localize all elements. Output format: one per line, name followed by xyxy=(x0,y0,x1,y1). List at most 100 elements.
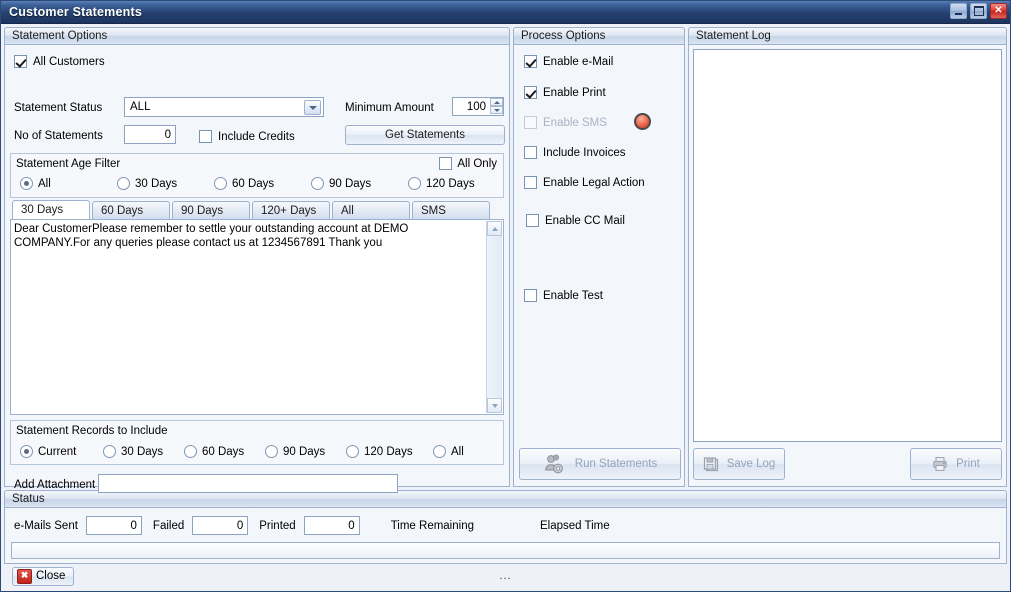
age-filter-label-30: 30 Days xyxy=(135,177,178,190)
enable-test-checkbox[interactable] xyxy=(524,289,537,302)
age-filter-label-90: 90 Days xyxy=(329,177,372,190)
all-customers-row[interactable]: All Customers xyxy=(14,55,105,68)
include-invoices-checkbox[interactable] xyxy=(524,146,537,159)
statement-status-dropdown[interactable]: ALL xyxy=(124,97,324,117)
spin-down-icon[interactable] xyxy=(490,106,503,114)
add-attachment-input[interactable] xyxy=(98,474,398,493)
print-log-button[interactable]: Print xyxy=(910,448,1002,480)
records-label-120: 120 Days xyxy=(364,445,413,458)
enable-cc-mail-row[interactable]: Enable CC Mail xyxy=(526,214,625,227)
age-filter-option-60[interactable]: 60 Days xyxy=(214,177,311,190)
records-to-include-group: Statement Records to Include Current 30 … xyxy=(10,420,504,465)
statement-status-label: Statement Status xyxy=(14,102,103,114)
all-only-checkbox[interactable] xyxy=(439,157,453,170)
records-option-30[interactable]: 30 Days xyxy=(103,445,184,458)
tab-60-days[interactable]: 60 Days xyxy=(92,201,170,219)
tab-all[interactable]: All xyxy=(332,201,410,219)
enable-test-label: Enable Test xyxy=(543,289,603,302)
records-option-current[interactable]: Current xyxy=(20,445,103,458)
records-to-include-label: Statement Records to Include xyxy=(16,425,168,437)
enable-cc-mail-checkbox[interactable] xyxy=(526,214,539,227)
message-text-value[interactable]: Dear CustomerPlease remember to settle y… xyxy=(14,222,485,412)
message-text-area[interactable]: Dear CustomerPlease remember to settle y… xyxy=(10,219,504,415)
failed-label: Failed xyxy=(152,519,185,532)
failed-input xyxy=(192,516,249,535)
enable-email-checkbox[interactable] xyxy=(524,55,537,68)
radio-icon[interactable] xyxy=(184,445,197,458)
scroll-up-icon[interactable] xyxy=(487,221,502,236)
radio-icon[interactable] xyxy=(117,177,130,190)
age-filter-option-90[interactable]: 90 Days xyxy=(311,177,408,190)
save-log-button[interactable]: Save Log xyxy=(693,448,785,480)
age-filter-option-30[interactable]: 30 Days xyxy=(117,177,214,190)
all-only-label: All Only xyxy=(457,157,497,170)
all-customers-checkbox[interactable] xyxy=(14,55,27,68)
radio-icon[interactable] xyxy=(103,445,116,458)
spin-up-icon[interactable] xyxy=(490,98,503,106)
tab-30-days[interactable]: 30 Days xyxy=(12,200,90,219)
save-log-label: Save Log xyxy=(726,458,776,470)
print-log-label: Print xyxy=(956,458,980,470)
radio-icon[interactable] xyxy=(346,445,359,458)
statement-log-textbox[interactable] xyxy=(693,49,1002,442)
include-credits-row[interactable]: Include Credits xyxy=(199,130,295,143)
radio-icon[interactable] xyxy=(408,177,421,190)
radio-icon[interactable] xyxy=(214,177,227,190)
minimize-button[interactable] xyxy=(950,3,967,19)
close-window-button[interactable]: ✕ xyxy=(990,3,1007,19)
save-disk-icon xyxy=(703,457,718,472)
records-option-120[interactable]: 120 Days xyxy=(346,445,433,458)
radio-icon[interactable] xyxy=(265,445,278,458)
run-statements-button[interactable]: Run Statements xyxy=(519,448,681,480)
minimum-amount-label: Minimum Amount xyxy=(345,102,434,114)
enable-sms-checkbox xyxy=(524,116,537,129)
radio-icon[interactable] xyxy=(433,445,446,458)
records-radios: Current 30 Days 60 Days 90 Days 120 Days… xyxy=(20,445,464,458)
age-filter-option-120[interactable]: 120 Days xyxy=(408,177,475,190)
statement-log-body: Save Log Print xyxy=(688,44,1007,487)
progress-text xyxy=(12,545,16,557)
enable-print-label: Enable Print xyxy=(543,86,606,99)
tab-120-plus-days[interactable]: 120+ Days xyxy=(252,201,330,219)
maximize-button[interactable] xyxy=(970,3,987,19)
include-invoices-row[interactable]: Include Invoices xyxy=(524,146,625,159)
process-options-panel: Process Options Enable e-Mail Enable Pri… xyxy=(513,27,685,487)
radio-icon[interactable] xyxy=(311,177,324,190)
statement-age-filter-label: Statement Age Filter xyxy=(16,158,121,170)
radio-icon[interactable] xyxy=(20,445,33,458)
scroll-down-icon[interactable] xyxy=(487,398,502,413)
enable-legal-action-label: Enable Legal Action xyxy=(543,176,645,189)
enable-legal-action-checkbox[interactable] xyxy=(524,176,537,189)
process-options-body: Enable e-Mail Enable Print Enable SMS In… xyxy=(513,44,685,487)
records-label-current: Current xyxy=(38,445,77,458)
records-option-all[interactable]: All xyxy=(433,445,464,458)
title-bar: Customer Statements ✕ xyxy=(1,1,1010,24)
age-filter-option-all[interactable]: All xyxy=(20,177,117,190)
enable-email-row[interactable]: Enable e-Mail xyxy=(524,55,613,68)
footer-dots: ... xyxy=(499,570,512,582)
no-of-statements-input[interactable] xyxy=(124,125,176,144)
minimum-amount-spin-buttons[interactable] xyxy=(490,98,503,114)
all-only-row[interactable]: All Only xyxy=(439,157,497,170)
minimum-amount-stepper[interactable] xyxy=(452,97,504,116)
get-statements-button[interactable]: Get Statements xyxy=(345,125,505,145)
age-filter-label-all: All xyxy=(38,177,51,190)
records-option-60[interactable]: 60 Days xyxy=(184,445,265,458)
enable-email-label: Enable e-Mail xyxy=(543,55,614,68)
enable-test-row[interactable]: Enable Test xyxy=(524,289,603,302)
tab-sms[interactable]: SMS xyxy=(412,201,490,219)
include-invoices-label: Include Invoices xyxy=(543,146,626,159)
enable-sms-label: Enable SMS xyxy=(543,116,607,129)
message-scrollbar[interactable] xyxy=(486,221,502,413)
include-credits-checkbox[interactable] xyxy=(199,130,212,143)
message-tab-strip: 30 Days 60 Days 90 Days 120+ Days All SM… xyxy=(10,200,506,219)
enable-print-row[interactable]: Enable Print xyxy=(524,86,606,99)
records-option-90[interactable]: 90 Days xyxy=(265,445,346,458)
enable-legal-action-row[interactable]: Enable Legal Action xyxy=(524,176,645,189)
enable-print-checkbox[interactable] xyxy=(524,86,537,99)
radio-icon[interactable] xyxy=(20,177,33,190)
progress-bar xyxy=(11,542,1000,559)
chevron-down-icon[interactable] xyxy=(304,100,321,115)
tab-90-days[interactable]: 90 Days xyxy=(172,201,250,219)
customer-statements-window: Customer Statements ✕ Statement Options … xyxy=(0,0,1011,592)
